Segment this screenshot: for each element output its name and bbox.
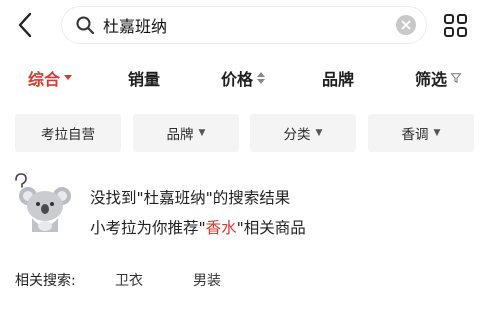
- sort-label: 筛选: [415, 70, 448, 89]
- chip-label: 香调: [401, 127, 429, 143]
- no-result-message: 没找到"杜嘉班纳"的搜索结果: [90, 189, 291, 207]
- caret-down-icon: [64, 75, 73, 80]
- search-icon: [76, 16, 95, 35]
- sort-filter[interactable]: 筛选: [415, 66, 462, 90]
- recommendation-message: 小考拉为你推荐"香水"相关商品: [90, 216, 306, 238]
- caret-down-icon: ▼: [198, 128, 206, 138]
- related-searches-label: 相关搜索:: [15, 273, 76, 289]
- sort-comprehensive[interactable]: 综合: [28, 66, 73, 90]
- clear-search-button[interactable]: [396, 15, 416, 35]
- chevron-left-icon: [18, 12, 32, 38]
- clear-icon: [401, 20, 411, 30]
- sort-sales[interactable]: 销量: [128, 66, 160, 90]
- sort-label: 综合: [28, 70, 61, 89]
- related-tag-menswear[interactable]: 男装: [193, 270, 221, 290]
- recommended-keyword: 香水: [205, 219, 237, 237]
- filter-chip-kaola-self-operated[interactable]: 考拉自营: [15, 114, 121, 152]
- chip-label: 品牌: [166, 127, 194, 143]
- sort-label: 销量: [128, 70, 161, 89]
- back-button[interactable]: [10, 8, 40, 42]
- search-box[interactable]: [61, 6, 427, 44]
- search-input[interactable]: [103, 15, 373, 35]
- grid-view-button[interactable]: [443, 13, 469, 39]
- sort-updown-icon: [257, 72, 266, 84]
- filter-chip-category[interactable]: 分类 ▼: [250, 114, 356, 152]
- sort-label: 价格: [221, 70, 254, 89]
- related-tag-hoodie[interactable]: 卫衣: [115, 270, 143, 290]
- sort-label: 品牌: [322, 70, 355, 89]
- grid-view-icon: [444, 14, 467, 37]
- filter-icon: [451, 73, 462, 83]
- chip-label: 考拉自营: [41, 127, 95, 143]
- caret-down-icon: ▼: [433, 128, 441, 138]
- chip-label: 分类: [283, 127, 311, 143]
- recommendation-prefix: 小考拉为你推荐": [90, 219, 206, 237]
- sort-brand[interactable]: 品牌: [322, 66, 354, 90]
- sort-price[interactable]: 价格: [221, 66, 266, 90]
- filter-chip-scent[interactable]: 香调 ▼: [368, 114, 474, 152]
- filter-chip-brand[interactable]: 品牌 ▼: [133, 114, 239, 152]
- recommendation-suffix: "相关商品: [236, 219, 306, 237]
- sort-bar: 综合 销量 价格 品牌 筛选: [0, 52, 488, 102]
- koala-mascot-icon: [10, 172, 74, 234]
- caret-down-icon: ▼: [315, 128, 323, 138]
